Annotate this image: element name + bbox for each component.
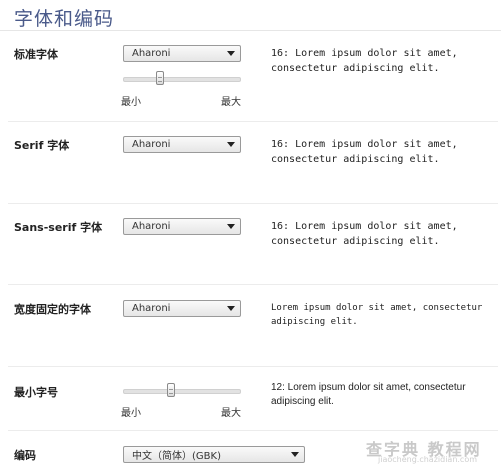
- standard-font-size-slider[interactable]: [123, 71, 241, 87]
- row-divider: [8, 284, 498, 285]
- title-divider: [0, 30, 501, 31]
- serif-font-select[interactable]: Aharoni: [123, 136, 241, 153]
- sans-serif-font-select[interactable]: Aharoni: [123, 218, 241, 235]
- encoding-label: 编码: [14, 449, 36, 462]
- chevron-down-icon: [227, 224, 235, 229]
- minimum-font-size-sample: 12: Lorem ipsum dolor sit amet, consecte…: [271, 382, 466, 407]
- sans-serif-font-value: Aharoni: [132, 221, 171, 232]
- row-divider: [8, 121, 498, 122]
- sans-serif-font-sample: 16: Lorem ipsum dolor sit amet, consecte…: [271, 221, 458, 247]
- slider-max-label: 最大: [221, 408, 241, 419]
- row-divider: [8, 203, 498, 204]
- chevron-down-icon: [291, 452, 299, 457]
- chevron-down-icon: [227, 51, 235, 56]
- serif-font-sample: 16: Lorem ipsum dolor sit amet, consecte…: [271, 139, 458, 165]
- page-title: 字体和编码: [14, 8, 115, 30]
- slider-thumb[interactable]: [167, 383, 175, 397]
- chevron-down-icon: [227, 142, 235, 147]
- sans-serif-font-label: Sans-serif 字体: [14, 221, 103, 234]
- encoding-value: 中文（简体）(GBK): [132, 451, 221, 462]
- minimum-font-size-slider[interactable]: [123, 383, 241, 399]
- watermark-url: jiaocheng.chazidian.com: [378, 455, 478, 464]
- fixed-width-font-select[interactable]: Aharoni: [123, 300, 241, 317]
- slider-max-label: 最大: [221, 97, 241, 108]
- standard-font-sample: 16: Lorem ipsum dolor sit amet, consecte…: [271, 48, 458, 74]
- minimum-font-size-label: 最小字号: [14, 386, 58, 399]
- chevron-down-icon: [227, 306, 235, 311]
- fixed-width-font-label: 宽度固定的字体: [14, 303, 91, 316]
- row-divider: [8, 430, 498, 431]
- slider-track: [123, 77, 241, 82]
- fixed-width-font-value: Aharoni: [132, 303, 171, 314]
- row-divider: [8, 366, 498, 367]
- standard-font-select[interactable]: Aharoni: [123, 45, 241, 62]
- slider-thumb[interactable]: [156, 71, 164, 85]
- slider-min-label: 最小: [121, 97, 141, 108]
- serif-font-label: Serif 字体: [14, 139, 70, 152]
- slider-min-label: 最小: [121, 408, 141, 419]
- encoding-select[interactable]: 中文（简体）(GBK): [123, 446, 305, 463]
- standard-font-label: 标准字体: [14, 48, 58, 61]
- slider-track: [123, 389, 241, 394]
- standard-font-value: Aharoni: [132, 48, 171, 59]
- serif-font-value: Aharoni: [132, 139, 171, 150]
- fixed-width-font-sample: Lorem ipsum dolor sit amet, consectetur …: [271, 303, 483, 327]
